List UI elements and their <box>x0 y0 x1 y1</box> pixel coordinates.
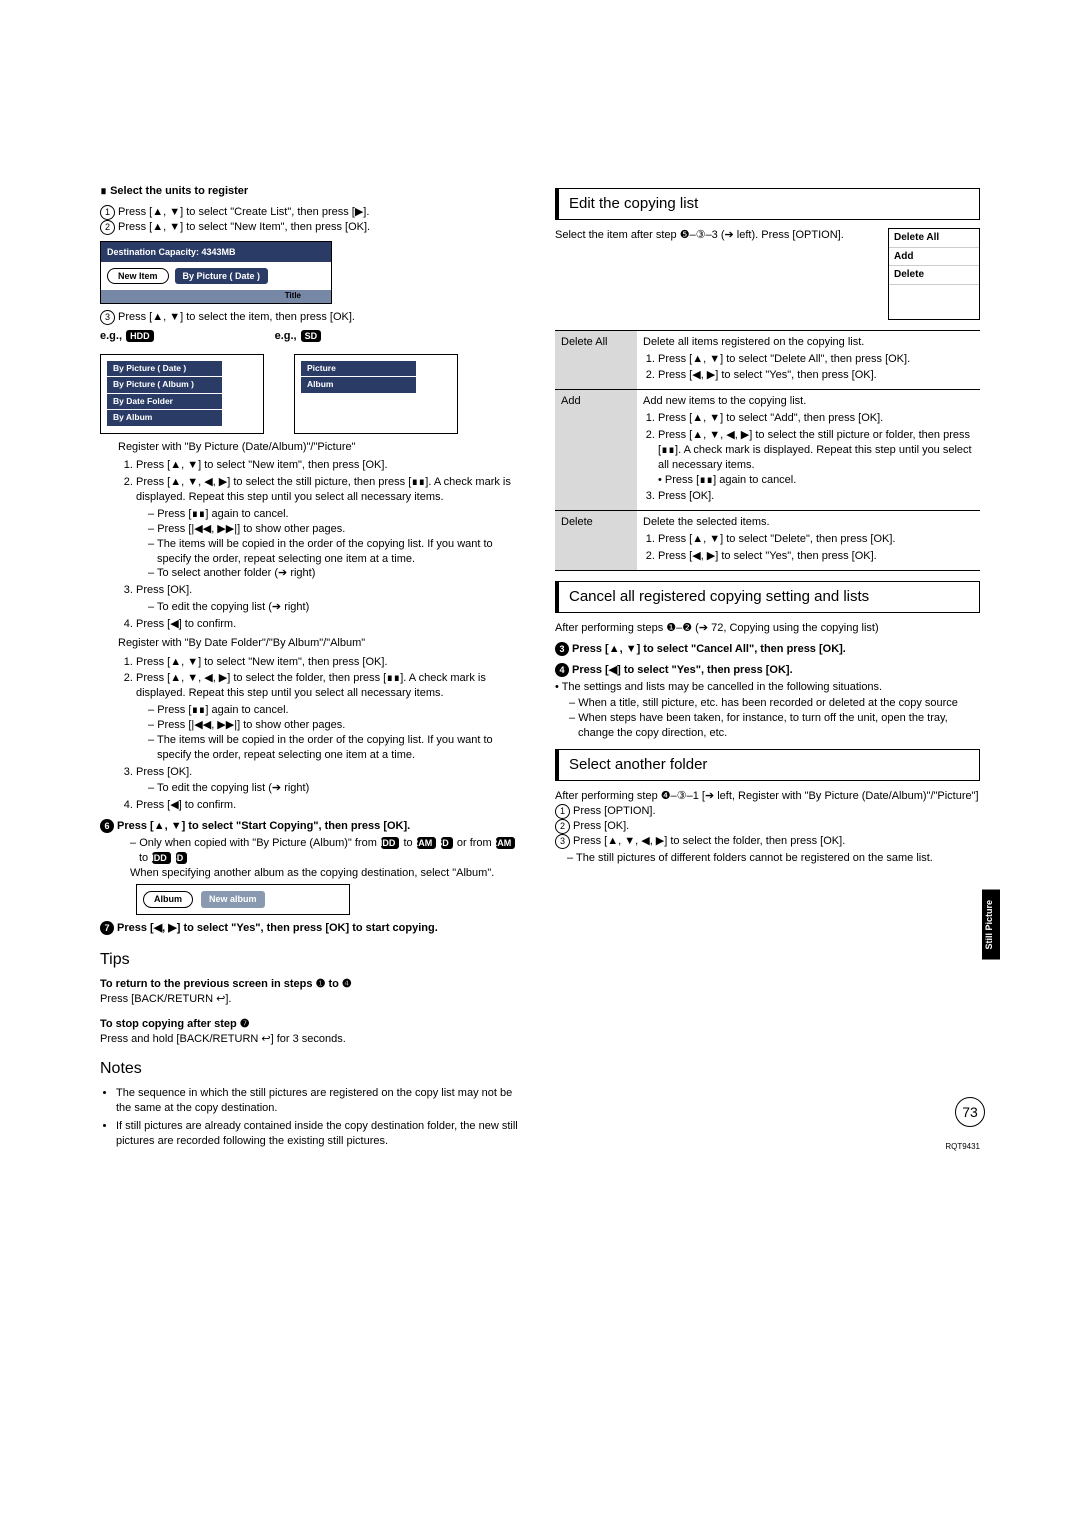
dest-capacity-bar: Destination Capacity: 4343MB <box>101 242 331 262</box>
title-subhead: Title <box>101 290 331 303</box>
edit-lead-text: Select the item after step ❺–③–3 (➔ left… <box>555 228 878 243</box>
option-add[interactable]: Add <box>889 248 979 267</box>
step-6: 6Press [▲, ▼] to select "Start Copying",… <box>100 819 525 834</box>
sel-lead: After performing step ❹–③–1 [➔ left, Reg… <box>555 789 980 804</box>
step6-note: Only when copied with "By Picture (Album… <box>130 836 525 881</box>
sub-item: Press [|◀◀, ▶▶|] to show other pages. <box>148 718 525 733</box>
notes-heading: Notes <box>100 1058 525 1080</box>
sub-item: To edit the copying list (➔ right) <box>148 781 525 796</box>
section-select-folder: Select another folder <box>555 749 980 781</box>
cell-header: Add <box>555 390 637 511</box>
list-item: Press [OK]. To edit the copying list (➔ … <box>136 583 525 615</box>
side-tab-still-picture: Still Picture <box>982 890 1000 960</box>
step-2: 2Press [▲, ▼] to select "New Item", then… <box>100 220 525 235</box>
table-row: Delete All Delete all items registered o… <box>555 330 980 390</box>
list-item: Press [OK]. To edit the copying list (➔ … <box>136 765 525 797</box>
step-3: 3Press [▲, ▼] to select the item, then p… <box>100 310 525 325</box>
cell-body: Delete all items registered on the copyi… <box>637 330 980 390</box>
sub-item: The items will be copied in the order of… <box>148 733 525 763</box>
by-picture-date-pill: By Picture ( Date ) <box>175 268 269 284</box>
album-pill: Album <box>143 891 193 907</box>
sel-step-2: 2Press [OK]. <box>555 819 980 834</box>
note-item: If still pictures are already contained … <box>116 1119 525 1149</box>
page-number: 73 <box>955 1097 985 1127</box>
step-1: 1Press [▲, ▼] to select "Create List", t… <box>100 205 525 220</box>
sd-menu-box: Picture Album <box>294 354 458 434</box>
document-id: RQT9431 <box>945 1142 980 1153</box>
list-item: Press [▲, ▼, ◀, ▶] to select the folder,… <box>136 671 525 762</box>
cancel-step-4: 4Press [◀] to select "Yes", then press [… <box>555 663 980 678</box>
left-column: Select the units to register 1Press [▲, … <box>100 180 525 1152</box>
cell-header: Delete All <box>555 330 637 390</box>
sel-step-3: 3Press [▲, ▼, ◀, ▶] to select the folder… <box>555 834 980 866</box>
option-delete-all[interactable]: Delete All <box>889 229 979 248</box>
eg-sd-label: e.g., SD <box>275 329 323 344</box>
subheading-select-units: Select the units to register <box>100 184 525 199</box>
cancel-sub: When a title, still picture, etc. has be… <box>569 696 980 711</box>
right-column: Edit the copying list Select the item af… <box>555 180 980 1152</box>
sub-item: Press [∎∎] again to cancel. <box>148 507 525 522</box>
cell-body: Add new items to the copying list. Press… <box>637 390 980 511</box>
album-select-box: Album New album <box>136 884 350 914</box>
sd-menu-item: Album <box>301 377 416 392</box>
register-heading-album: Register with "By Date Folder"/"By Album… <box>118 636 525 651</box>
note-item: The sequence in which the still pictures… <box>116 1086 525 1116</box>
section-cancel-all: Cancel all registered copying setting an… <box>555 581 980 613</box>
tips-body-1: Press [BACK/RETURN ↩]. <box>100 992 525 1007</box>
list-item: Press [◀] to confirm. <box>136 617 525 632</box>
sel-sub: The still pictures of different folders … <box>567 851 980 866</box>
ui-dest-box: Destination Capacity: 4343MB New Item By… <box>100 241 332 304</box>
list-item: Press [◀] to confirm. <box>136 798 525 813</box>
sub-item: The items will be copied in the order of… <box>148 537 525 567</box>
tips-body-2: Press and hold [BACK/RETURN ↩] for 3 sec… <box>100 1032 525 1047</box>
sub-item: To edit the copying list (➔ right) <box>148 600 525 615</box>
hdd-menu-item: By Picture ( Date ) <box>107 361 222 376</box>
hdd-menu-item: By Picture ( Album ) <box>107 377 222 392</box>
tips-sub-1: To return to the previous screen in step… <box>100 977 525 992</box>
table-row: Delete Delete the selected items. Press … <box>555 511 980 571</box>
tips-sub-2: To stop copying after step ❼ <box>100 1017 525 1032</box>
list-item: Press [▲, ▼] to select "New item", then … <box>136 655 525 670</box>
option-delete[interactable]: Delete <box>889 266 979 285</box>
section-edit-copying: Edit the copying list <box>555 188 980 220</box>
list-item: Press [▲, ▼, ◀, ▶] to select the still p… <box>136 475 525 581</box>
cell-body: Delete the selected items. Press [▲, ▼] … <box>637 511 980 571</box>
hdd-menu-item: By Date Folder <box>107 394 222 409</box>
hdd-menu-item: By Album <box>107 410 222 425</box>
option-popup: Delete All Add Delete <box>888 228 980 320</box>
table-row: Add Add new items to the copying list. P… <box>555 390 980 511</box>
cancel-step-3: 3Press [▲, ▼] to select "Cancel All", th… <box>555 642 980 657</box>
sub-item: Press [∎∎] again to cancel. <box>148 703 525 718</box>
cancel-lead: After performing steps ❶–❷ (➔ 72, Copyin… <box>555 621 980 636</box>
cancel-sub: When steps have been taken, for instance… <box>569 711 980 741</box>
tips-heading: Tips <box>100 949 525 971</box>
cell-header: Delete <box>555 511 637 571</box>
edit-actions-table: Delete All Delete all items registered o… <box>555 330 980 571</box>
sub-item: Press [|◀◀, ▶▶|] to show other pages. <box>148 522 525 537</box>
register-heading-picture: Register with "By Picture (Date/Album)"/… <box>118 440 525 455</box>
cancel-bullet: • The settings and lists may be cancelle… <box>555 680 980 695</box>
hdd-menu-box: By Picture ( Date ) By Picture ( Album )… <box>100 354 264 434</box>
list-item: Press [▲, ▼] to select "New item", then … <box>136 458 525 473</box>
sub-item: To select another folder (➔ right) <box>148 566 525 581</box>
new-item-pill: New Item <box>107 268 169 284</box>
new-album-pill: New album <box>201 891 265 907</box>
step-7: 7Press [◀, ▶] to select "Yes", then pres… <box>100 921 525 936</box>
sd-menu-item: Picture <box>301 361 416 376</box>
eg-hdd-label: e.g., HDD <box>100 329 155 344</box>
sel-step-1: 1Press [OPTION]. <box>555 804 980 819</box>
